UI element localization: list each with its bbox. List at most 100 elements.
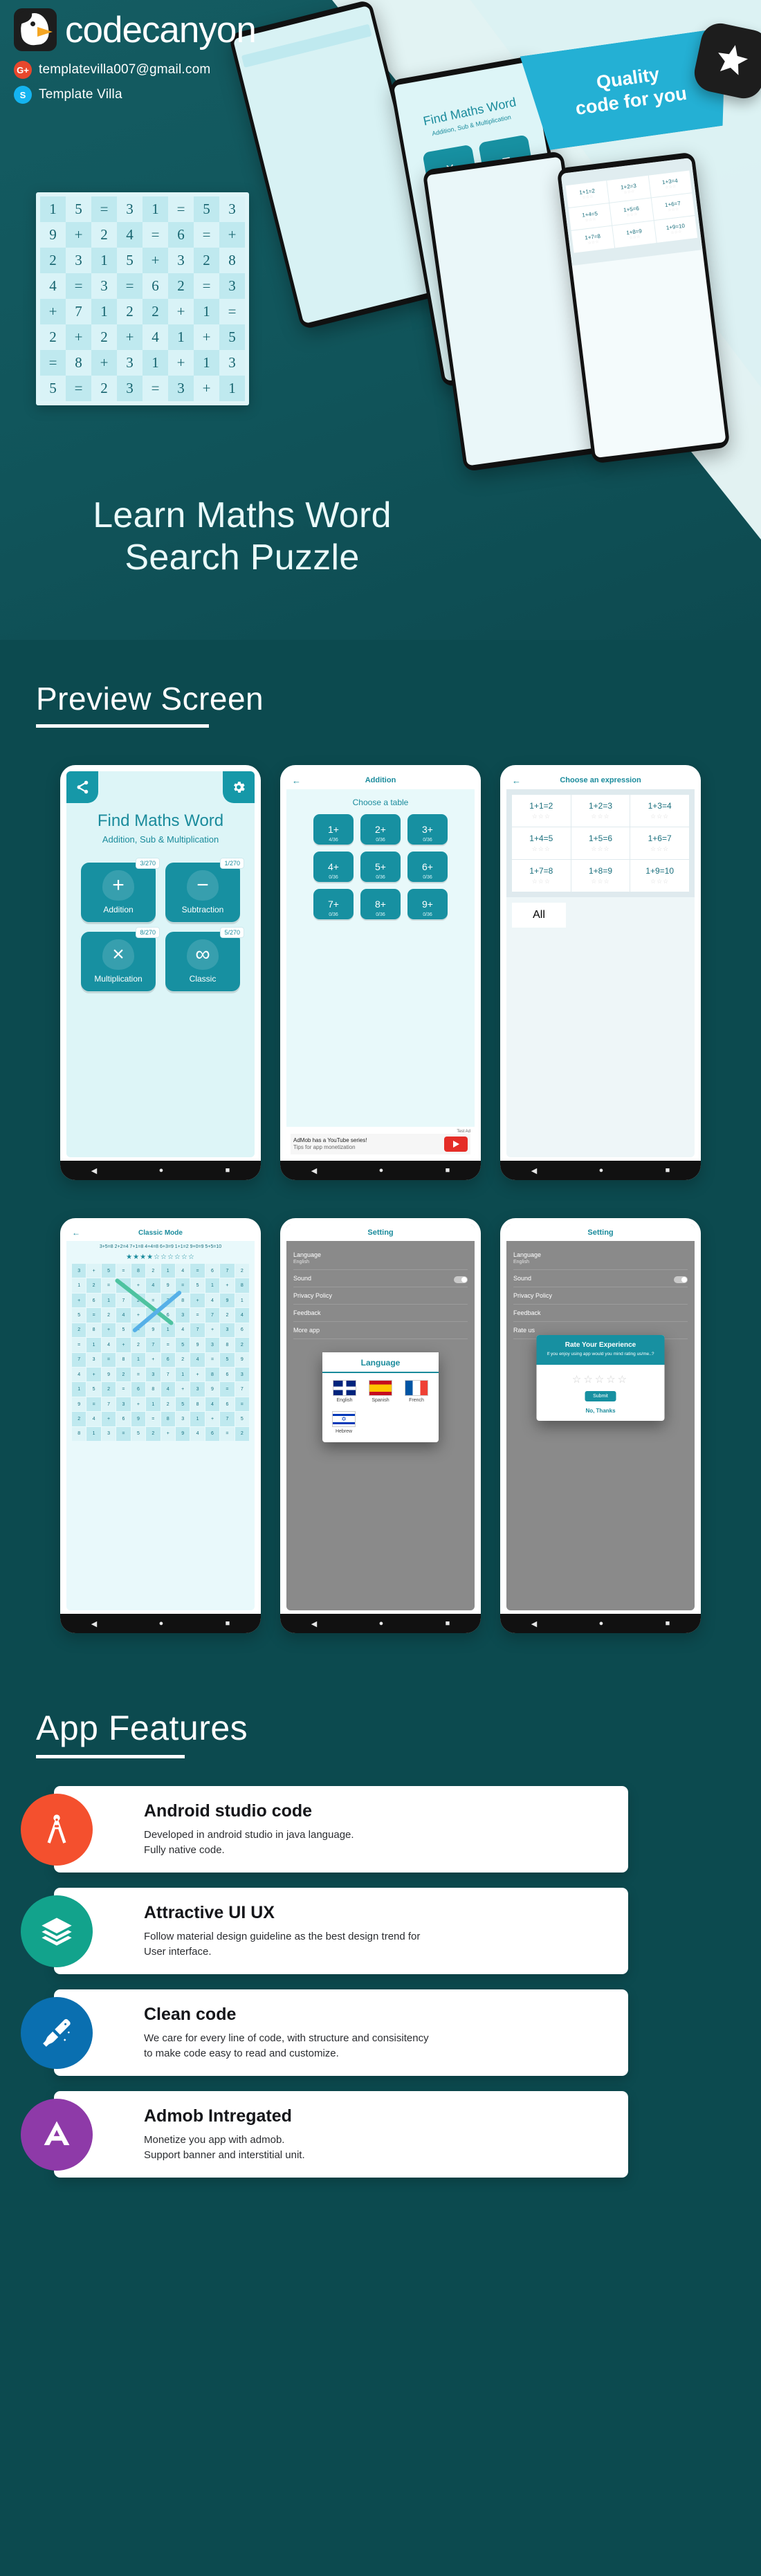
classic-board-cell[interactable]: 5 [220, 1352, 235, 1367]
expression-item[interactable]: 1+9=10 ☆☆☆ [630, 860, 689, 892]
classic-board-cell[interactable]: = [205, 1352, 220, 1367]
classic-board-cell[interactable]: 9 [235, 1352, 250, 1367]
classic-board-cell[interactable]: 4 [175, 1323, 190, 1338]
setting-item-privacy[interactable]: Privacy Policy [293, 1287, 468, 1305]
classic-board-cell[interactable]: 2 [220, 1308, 235, 1323]
classic-board-cell[interactable]: 4 [190, 1426, 205, 1442]
classic-board-cell[interactable]: 3 [116, 1397, 131, 1412]
classic-board-cell[interactable]: 6 [205, 1426, 220, 1442]
classic-board-cell[interactable]: 2 [72, 1323, 86, 1338]
classic-board-cell[interactable]: 9 [190, 1338, 205, 1352]
classic-board-cell[interactable]: + [205, 1323, 220, 1338]
table-cell[interactable]: 2+ 0/36 [360, 814, 401, 845]
classic-board-cell[interactable]: 4 [86, 1412, 101, 1426]
back-triangle-icon[interactable]: ◀ [91, 1166, 97, 1175]
table-cell[interactable]: 4+ 0/36 [313, 852, 354, 882]
rate-dismiss-button[interactable]: No, Thanks [537, 1401, 665, 1421]
setting-item-more-app[interactable]: More app [293, 1322, 468, 1339]
classic-board-cell[interactable]: 7 [116, 1293, 131, 1308]
back-triangle-icon[interactable]: ◀ [91, 1619, 97, 1628]
classic-board-cell[interactable]: 1 [131, 1352, 146, 1367]
classic-board-cell[interactable]: 2 [101, 1308, 116, 1323]
expression-item[interactable]: 1+5=6 ☆☆☆ [571, 827, 630, 859]
tile-addition[interactable]: 3/270 + Addition [81, 858, 160, 922]
classic-board-cell[interactable]: 4 [72, 1367, 86, 1382]
classic-board-cell[interactable]: 8 [161, 1412, 175, 1426]
language-option-english[interactable]: English [333, 1380, 356, 1403]
classic-board-cell[interactable]: 9 [72, 1397, 86, 1412]
classic-board-cell[interactable]: 7 [146, 1338, 161, 1352]
back-triangle-icon[interactable]: ◀ [311, 1166, 317, 1175]
classic-board-cell[interactable]: = [116, 1382, 131, 1397]
classic-board-cell[interactable]: = [161, 1338, 175, 1352]
expression-item[interactable]: 1+4=5 ☆☆☆ [512, 827, 571, 859]
classic-board-cell[interactable]: 2 [235, 1338, 250, 1352]
sound-toggle[interactable] [674, 1276, 688, 1283]
classic-board-cell[interactable]: + [101, 1323, 116, 1338]
classic-board-cell[interactable]: 4 [146, 1278, 161, 1293]
classic-board-cell[interactable]: 4 [175, 1264, 190, 1278]
classic-board-cell[interactable]: 5 [235, 1412, 250, 1426]
expression-item[interactable]: 1+6=7 ☆☆☆ [630, 827, 689, 859]
language-option-french[interactable]: French [405, 1380, 428, 1403]
classic-board-cell[interactable]: 4 [205, 1397, 220, 1412]
table-cell[interactable]: 8+ 0/36 [360, 889, 401, 919]
classic-board-cell[interactable]: 4 [161, 1382, 175, 1397]
classic-board-cell[interactable]: 1 [72, 1278, 86, 1293]
classic-board-cell[interactable]: 8 [205, 1367, 220, 1382]
classic-board-cell[interactable]: 1 [175, 1367, 190, 1382]
classic-board-cell[interactable]: 8 [116, 1352, 131, 1367]
classic-board-cell[interactable]: 9 [205, 1382, 220, 1397]
table-cell[interactable]: 3+ 0/36 [407, 814, 448, 845]
classic-board-cell[interactable]: 6 [220, 1367, 235, 1382]
classic-board-cell[interactable]: 9 [220, 1293, 235, 1308]
classic-board-cell[interactable]: 2 [235, 1264, 250, 1278]
classic-board-cell[interactable]: 2 [86, 1278, 101, 1293]
classic-board-cell[interactable]: = [86, 1397, 101, 1412]
classic-board-cell[interactable]: + [205, 1412, 220, 1426]
recents-square-icon[interactable]: ■ [666, 1166, 670, 1175]
home-circle-icon[interactable]: ● [159, 1619, 164, 1628]
classic-board-cell[interactable]: = [131, 1367, 146, 1382]
classic-board-cell[interactable]: = [72, 1338, 86, 1352]
classic-board-cell[interactable]: 7 [235, 1382, 250, 1397]
classic-board-cell[interactable]: 8 [131, 1264, 146, 1278]
classic-board-cell[interactable]: = [101, 1278, 116, 1293]
classic-board-cell[interactable]: 5 [86, 1382, 101, 1397]
back-triangle-icon[interactable]: ◀ [531, 1619, 537, 1628]
setting-item-feedback[interactable]: Feedback [513, 1305, 688, 1322]
setting-item-sound[interactable]: Sound [513, 1270, 688, 1287]
classic-board-cell[interactable]: 3 [86, 1352, 101, 1367]
classic-board-cell[interactable]: 9 [161, 1278, 175, 1293]
classic-board-cell[interactable]: 3 [205, 1338, 220, 1352]
classic-board-cell[interactable]: 2 [116, 1367, 131, 1382]
classic-board-cell[interactable]: + [146, 1352, 161, 1367]
classic-board-cell[interactable]: 2 [146, 1264, 161, 1278]
classic-board-cell[interactable]: 7 [220, 1412, 235, 1426]
home-circle-icon[interactable]: ● [599, 1166, 604, 1175]
classic-board-cell[interactable]: 5 [190, 1278, 205, 1293]
classic-board-cell[interactable]: 6 [205, 1264, 220, 1278]
classic-board-cell[interactable]: 3 [220, 1323, 235, 1338]
classic-board-cell[interactable]: 3 [190, 1382, 205, 1397]
classic-board-cell[interactable]: = [101, 1352, 116, 1367]
rate-dialog[interactable]: Rate Your Experience If you enjoy using … [536, 1335, 665, 1421]
classic-board-cell[interactable]: + [116, 1338, 131, 1352]
table-cell[interactable]: 6+ 0/36 [407, 852, 448, 882]
classic-board-cell[interactable]: + [190, 1293, 205, 1308]
classic-board-cell[interactable]: 6 [86, 1293, 101, 1308]
recents-square-icon[interactable]: ■ [446, 1166, 450, 1175]
classic-board-cell[interactable]: 4 [190, 1352, 205, 1367]
expression-item[interactable]: 1+7=8 ☆☆☆ [512, 860, 571, 892]
classic-board-cell[interactable]: = [116, 1426, 131, 1442]
share-icon[interactable] [66, 771, 98, 803]
recents-square-icon[interactable]: ■ [226, 1166, 230, 1175]
classic-board-cell[interactable]: 4 [205, 1293, 220, 1308]
admob-banner[interactable]: Test Ad AdMob has a YouTube series! Tips… [286, 1127, 475, 1157]
classic-board-cell[interactable]: 1 [235, 1293, 250, 1308]
classic-board-cell[interactable]: 9 [146, 1323, 161, 1338]
back-triangle-icon[interactable]: ◀ [311, 1619, 317, 1628]
classic-board-cell[interactable]: 5 [175, 1397, 190, 1412]
classic-board-cell[interactable]: 5 [101, 1264, 116, 1278]
youtube-play-icon[interactable] [444, 1137, 468, 1152]
